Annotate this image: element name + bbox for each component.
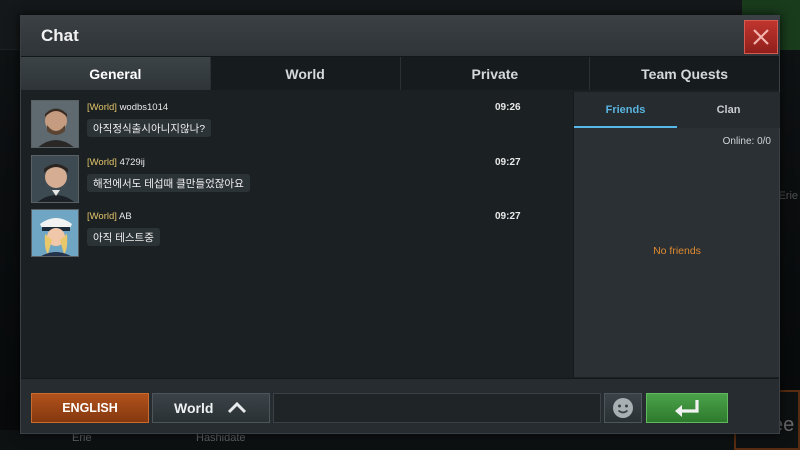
emoji-button[interactable] [604,393,642,423]
send-button[interactable] [646,393,728,423]
smiley-icon [613,398,633,418]
channel-selector[interactable]: World [152,393,270,423]
tab-private[interactable]: Private [400,57,591,90]
online-count: Online: 0/0 [722,136,771,147]
avatar[interactable] [31,209,79,257]
close-icon [753,29,769,45]
enter-arrow-icon [675,400,699,417]
message-time: 09:26 [495,102,521,113]
message-time: 09:27 [495,211,521,222]
close-button[interactable] [744,20,778,54]
username[interactable]: 4729ij [120,157,145,168]
message-time: 09:27 [495,157,521,168]
message-input[interactable] [273,393,601,423]
message-text: 아직정식출시아니지않나? [87,119,212,137]
message-item: [World] AB 09:27 아직 테스트중 [31,209,521,259]
tab-team-quests[interactable]: Team Quests [590,57,779,90]
channel-tag: [World] [87,211,117,222]
avatar[interactable] [31,155,79,203]
tab-clan[interactable]: Clan [677,92,780,128]
message-header: [World] wodbs1014 [87,102,168,113]
message-text: 아직 테스트중 [87,228,160,246]
channel-label: World [174,400,214,416]
friends-panel: Friends Clan Online: 0/0 No friends [573,92,780,377]
chevron-up-icon [227,401,247,414]
empty-friends-message: No friends [653,245,701,257]
language-button[interactable]: ENGLISH [31,393,149,423]
title-bar: Chat [21,16,779,57]
tab-world[interactable]: World [210,57,401,90]
message-text: 해전에서도 테섭때 클만들었잖아요 [87,174,250,192]
message-header: [World] AB [87,211,132,222]
input-bar: ENGLISH World [21,378,779,433]
tab-general[interactable]: General [21,57,211,90]
chat-tabs: General World Private Team Quests [21,57,779,90]
channel-tag: [World] [87,102,117,113]
channel-tag: [World] [87,157,117,168]
avatar[interactable] [31,100,79,148]
username[interactable]: wodbs1014 [120,102,169,113]
message-header: [World] 4729ij [87,157,145,168]
chat-dialog: Chat General World Private Team Quests [… [20,15,780,434]
message-item: [World] wodbs1014 09:26 아직정식출시아니지않나? [31,100,521,150]
tab-friends[interactable]: Friends [574,92,677,128]
message-list[interactable]: [World] wodbs1014 09:26 아직정식출시아니지않나? [Wo… [21,92,571,377]
friends-tabs: Friends Clan [574,92,780,128]
username[interactable]: AB [119,211,132,222]
message-item: [World] 4729ij 09:27 해전에서도 테섭때 클만들었잖아요 [31,155,521,205]
dialog-title: Chat [41,26,79,45]
